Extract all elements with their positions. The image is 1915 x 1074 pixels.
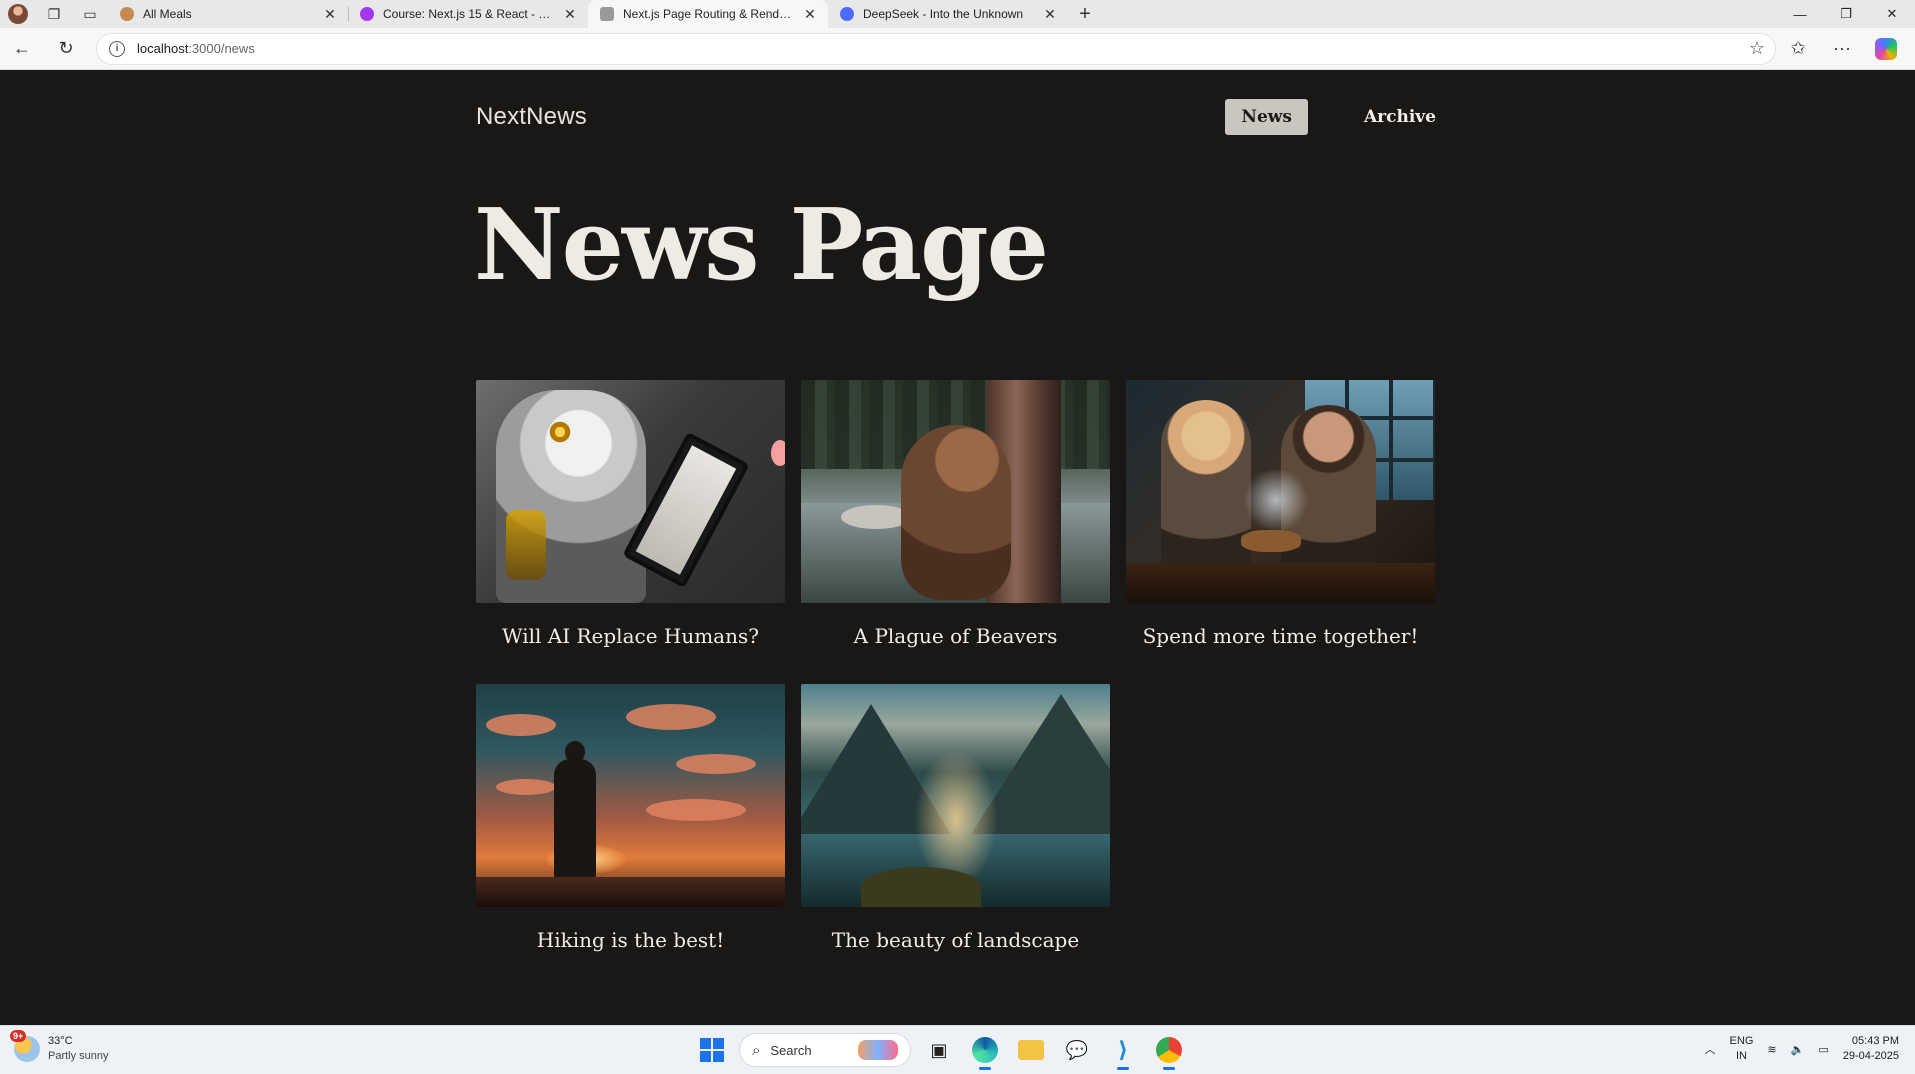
url-host: localhost bbox=[137, 41, 189, 56]
news-grid: Will AI Replace Humans? A Plague of Beav… bbox=[476, 380, 1436, 968]
news-image-hiker[interactable] bbox=[476, 684, 785, 907]
news-title[interactable]: Spend more time together! bbox=[1143, 624, 1419, 664]
chevron-up-icon[interactable]: ︿ bbox=[1705, 1041, 1716, 1057]
profile-avatar[interactable] bbox=[0, 0, 36, 28]
url-path: :3000/news bbox=[188, 41, 255, 56]
page-viewport: NextNews News Archive News Page Will AI … bbox=[0, 70, 1915, 1025]
browser-toolbar: ← ↻ i localhost:3000/news ☆ ✩ ··· bbox=[0, 28, 1915, 70]
tab-title: DeepSeek - Into the Unknown bbox=[863, 7, 1024, 21]
wifi-icon[interactable]: ≋ bbox=[1767, 1043, 1776, 1056]
refresh-icon: ↻ bbox=[58, 38, 74, 58]
region-code: IN bbox=[1735, 1050, 1747, 1062]
search-icon: ⌕ bbox=[752, 1041, 761, 1059]
search-placeholder: Search bbox=[770, 1042, 812, 1058]
clock-date: 29-04-2025 bbox=[1842, 1050, 1899, 1062]
edge-browser-icon[interactable] bbox=[967, 1032, 1003, 1070]
new-tab-button[interactable]: + bbox=[1068, 0, 1102, 28]
speaker-icon[interactable]: 🔈 bbox=[1791, 1043, 1805, 1056]
close-icon[interactable]: ✕ bbox=[322, 6, 338, 23]
weather-widget[interactable]: 9+ 33°C Partly sunny bbox=[10, 1030, 109, 1064]
info-icon[interactable]: i bbox=[109, 40, 125, 57]
deepseek-favicon-icon bbox=[840, 7, 854, 21]
partly-sunny-icon: 9+ bbox=[10, 1030, 40, 1062]
weather-temperature: 33°C bbox=[48, 1035, 73, 1047]
tab-title: All Meals bbox=[143, 7, 192, 21]
news-card[interactable]: A Plague of Beavers bbox=[801, 380, 1110, 664]
file-explorer-icon[interactable] bbox=[1013, 1032, 1049, 1068]
system-tray: ︿ ENG IN ≋ 🔈 ▭ 05:43 PM 29-04-2025 bbox=[1705, 1034, 1899, 1064]
news-image-cooking[interactable] bbox=[1126, 380, 1435, 603]
news-image-landscape[interactable] bbox=[801, 684, 1110, 907]
tab-nextjs-routing[interactable]: Next.js Page Routing & Rendering ✕ bbox=[588, 0, 828, 28]
favorites-icon: ✩ bbox=[1790, 38, 1806, 58]
favorites-button[interactable]: ✩ bbox=[1776, 28, 1820, 70]
news-card[interactable]: Hiking is the best! bbox=[476, 684, 785, 968]
language-code: ENG bbox=[1729, 1035, 1754, 1047]
news-image-beaver[interactable] bbox=[801, 380, 1110, 603]
arrow-left-icon: ← bbox=[13, 38, 31, 58]
clock-time: 05:43 PM bbox=[1851, 1035, 1899, 1047]
chrome-icon[interactable] bbox=[1151, 1032, 1187, 1070]
news-title[interactable]: The beauty of landscape bbox=[832, 928, 1079, 968]
site-logo[interactable]: NextNews bbox=[476, 103, 587, 131]
reload-button[interactable]: ↻ bbox=[44, 28, 88, 70]
window-controls: — ❐ ✕ bbox=[1777, 0, 1915, 28]
tab-deepseek[interactable]: DeepSeek - Into the Unknown ✕ bbox=[828, 0, 1068, 28]
taskbar-apps: ⌕ Search ▣ 💬 ⟩ bbox=[695, 1032, 1187, 1070]
news-card[interactable]: The beauty of landscape bbox=[801, 684, 1110, 968]
notification-badge: 9+ bbox=[10, 1030, 27, 1042]
vertical-tabs-icon[interactable]: ▭ bbox=[72, 0, 108, 28]
copilot-icon bbox=[1875, 37, 1897, 60]
favorite-star-icon[interactable]: ☆ bbox=[1749, 38, 1765, 59]
nav-news[interactable]: News bbox=[1225, 99, 1308, 135]
close-icon[interactable]: ✕ bbox=[562, 6, 578, 23]
weather-condition: Partly sunny bbox=[48, 1050, 109, 1062]
news-card[interactable]: Will AI Replace Humans? bbox=[476, 380, 785, 664]
news-title[interactable]: Hiking is the best! bbox=[537, 928, 725, 968]
workspaces-icon[interactable]: ❐ bbox=[36, 0, 72, 28]
news-image-robot[interactable] bbox=[476, 380, 785, 603]
more-menu-button[interactable]: ··· bbox=[1820, 28, 1864, 70]
ellipsis-icon: ··· bbox=[1833, 38, 1851, 58]
windows-start-icon[interactable] bbox=[695, 1033, 729, 1067]
close-icon[interactable]: ✕ bbox=[1042, 6, 1058, 23]
tab-course[interactable]: Course: Next.js 15 & React - The Complet… bbox=[348, 0, 588, 28]
news-title[interactable]: Will AI Replace Humans? bbox=[502, 624, 759, 664]
minimize-icon[interactable]: — bbox=[1777, 0, 1823, 28]
close-icon[interactable]: ✕ bbox=[802, 6, 818, 23]
browser-tab-bar: ❐ ▭ All Meals ✕ Course: Next.js 15 & Rea… bbox=[0, 0, 1915, 28]
back-button[interactable]: ← bbox=[0, 28, 44, 70]
nav-archive[interactable]: Archive bbox=[1348, 99, 1436, 135]
page-favicon-icon bbox=[600, 7, 614, 21]
meals-favicon-icon bbox=[120, 7, 134, 21]
main-nav: News Archive bbox=[1225, 99, 1436, 135]
windows-taskbar: 9+ 33°C Partly sunny ⌕ Search ▣ 💬 ⟩ ︿ EN… bbox=[0, 1025, 1915, 1074]
tab-title: Next.js Page Routing & Rendering bbox=[623, 7, 796, 21]
news-title[interactable]: A Plague of Beavers bbox=[854, 624, 1058, 664]
language-indicator[interactable]: ENG IN bbox=[1730, 1034, 1754, 1064]
avatar bbox=[8, 4, 28, 24]
tab-title: Course: Next.js 15 & React - The Complet… bbox=[383, 7, 556, 21]
site-header: NextNews News Archive bbox=[476, 98, 1436, 136]
udemy-favicon-icon bbox=[360, 7, 374, 21]
copilot-button[interactable] bbox=[1864, 28, 1908, 70]
tab-all-meals[interactable]: All Meals ✕ bbox=[108, 0, 348, 28]
close-window-icon[interactable]: ✕ bbox=[1869, 0, 1915, 28]
clock[interactable]: 05:43 PM 29-04-2025 bbox=[1843, 1034, 1899, 1064]
restore-icon[interactable]: ❐ bbox=[1823, 0, 1869, 28]
search-highlight-icon bbox=[858, 1040, 898, 1060]
taskbar-search[interactable]: ⌕ Search bbox=[739, 1033, 911, 1067]
page-title: News Page bbox=[474, 188, 1049, 303]
chat-app-icon[interactable]: 💬 bbox=[1059, 1032, 1095, 1068]
vscode-icon[interactable]: ⟩ bbox=[1105, 1032, 1141, 1070]
news-card[interactable]: Spend more time together! bbox=[1126, 380, 1435, 664]
task-view-icon[interactable]: ▣ bbox=[921, 1032, 957, 1068]
address-bar[interactable]: i localhost:3000/news ☆ bbox=[96, 32, 1776, 65]
battery-icon[interactable]: ▭ bbox=[1818, 1043, 1828, 1056]
